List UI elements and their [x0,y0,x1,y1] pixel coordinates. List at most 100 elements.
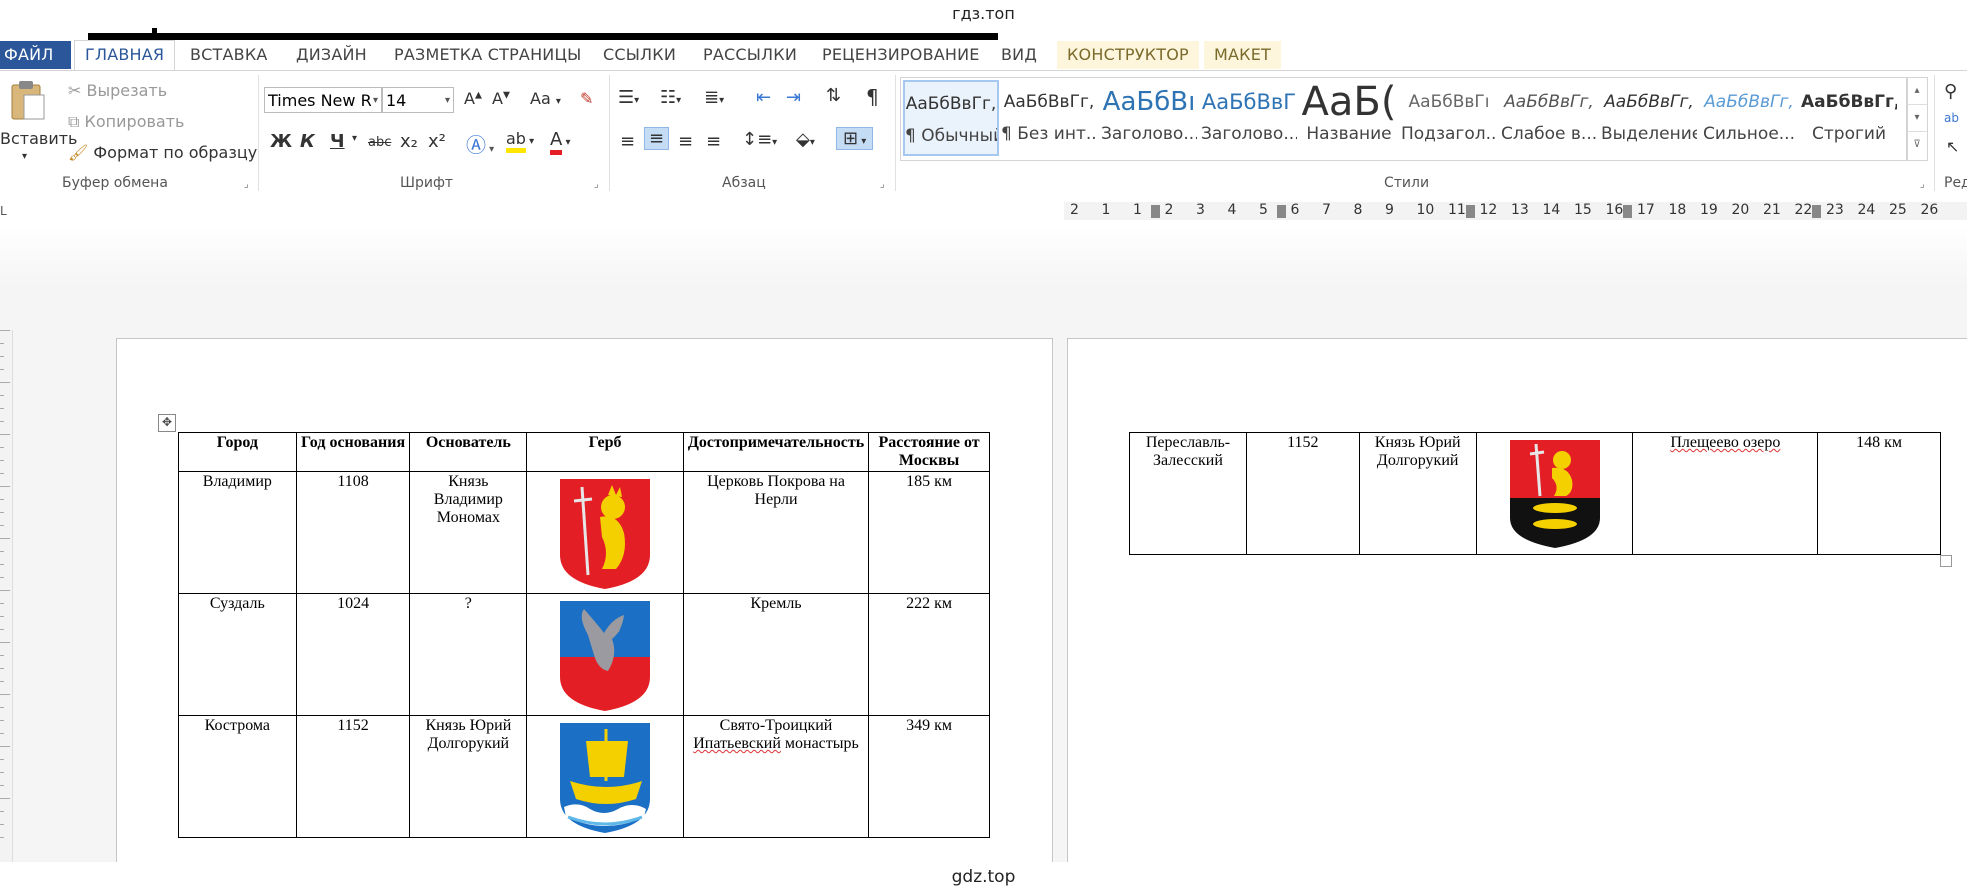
font-name-combo[interactable]: Times New R ▾ [264,87,382,113]
founder-cell[interactable]: Князь Юрий Долгорукий [1358,432,1477,555]
tab-review[interactable]: РЕЦЕНЗИРОВАНИЕ [812,41,990,69]
align-center-icon[interactable]: ≡ [644,127,670,150]
underline-button[interactable]: Ч [330,131,345,152]
tab-home[interactable]: ГЛАВНАЯ [74,40,176,72]
table-move-handle-icon[interactable]: ✥ [158,414,176,432]
find-icon[interactable]: ⚲ [1944,81,1957,102]
tab-view[interactable]: ВИД [991,41,1047,69]
coat-of-arms-cell[interactable] [526,715,684,838]
subscript-button[interactable]: x₂ [400,131,418,152]
style-title[interactable]: АаБ(Название [1301,80,1397,156]
founder-cell[interactable]: Князь Юрий Долгорукий [409,715,528,838]
style-heading1[interactable]: АаБбВı Заголово... [1101,80,1197,156]
header-cell[interactable]: Основатель [409,432,528,472]
change-case-button[interactable]: Aa ▾ [530,89,561,108]
text-effects-icon[interactable]: Ⓐ ▾ [466,129,494,158]
year-cell[interactable]: 1024 [295,593,411,716]
sight-cell[interactable]: Церковь Покрова на Нерли [682,471,870,594]
paste-button[interactable]: Вставить [0,129,77,148]
header-cell[interactable]: Достопримечательность [682,432,870,472]
clear-formatting-icon[interactable]: ✎ [580,89,593,108]
select-icon[interactable]: ↖ [1946,137,1959,156]
founder-cell[interactable]: ? [409,593,528,716]
bold-button[interactable]: Ж [270,131,292,152]
header-cell[interactable]: Расстояние от Москвы [868,432,990,472]
bullets-icon[interactable]: ☰▾ [618,87,639,108]
tab-selector-icon[interactable]: L [0,204,7,218]
font-size-combo[interactable]: 14 ▾ [382,87,454,113]
font-launcher-icon[interactable]: ⌟ [594,179,599,190]
ruler-indent-marker[interactable] [1465,205,1475,218]
italic-button[interactable]: К [300,131,315,152]
horizontal-ruler[interactable]: 2 1 1 2 3 4 5 6 7 8 9 10 11 12 13 14 15 16 17 18 19 20 21 22 23 2… [1064,202,1967,220]
style-subtle-emphasis[interactable]: АаБбВвГг, Слабое в... [1501,80,1597,156]
style-strong[interactable]: АаБбВвГг, Строгий [1801,80,1897,156]
table-resize-handle[interactable] [1940,555,1952,567]
align-left-icon[interactable]: ≡ [620,131,635,152]
coat-of-arms-cell[interactable] [1475,432,1634,555]
copy-button[interactable]: ⧉ Копировать [68,112,184,132]
paste-icon[interactable] [8,79,48,120]
paragraph-launcher-icon[interactable]: ⌟ [880,179,885,190]
more-styles-icon[interactable]: ⊽ [1907,131,1927,158]
city-cell[interactable]: Суздаль [178,593,297,716]
distance-cell[interactable]: 185 км [868,471,990,594]
borders-icon[interactable]: ⊞ ▾ [836,127,874,150]
ruler-indent-marker[interactable] [1812,205,1821,218]
ruler-indent-marker[interactable] [1150,205,1160,218]
chevron-down-icon[interactable]: ▾ [1907,104,1927,131]
tab-table-design[interactable]: КОНСТРУКТОР [1057,41,1199,69]
tab-table-layout[interactable]: МАКЕТ [1204,41,1281,69]
align-right-icon[interactable]: ≡ [678,131,693,152]
style-normal[interactable]: АаБбВвГг, ¶ Обычный [903,80,999,156]
shading-icon[interactable]: ⬙▾ [796,129,815,150]
header-cell[interactable]: Город [178,432,297,472]
year-cell[interactable]: 1152 [1245,432,1360,555]
multilevel-list-icon[interactable]: ≣▾ [704,87,724,108]
distance-cell[interactable]: 222 км [868,593,990,716]
increase-indent-icon[interactable]: ⇥ [786,87,801,108]
style-emphasis[interactable]: АаБбВвГг, Выделение [1601,80,1697,156]
decrease-indent-icon[interactable]: ⇤ [756,87,771,108]
tab-mailings[interactable]: РАССЫЛКИ [693,41,807,69]
coat-of-arms-cell[interactable] [526,593,684,716]
year-cell[interactable]: 1108 [295,471,411,594]
line-spacing-icon[interactable]: ↕≡▾ [742,129,777,150]
styles-scroll[interactable]: ▴ ▾ ⊽ [1906,77,1928,161]
format-painter-button[interactable]: 🖌 Формат по образцу [68,143,257,162]
justify-icon[interactable]: ≡ [706,131,721,152]
paste-dropdown-icon[interactable]: ▾ [22,151,27,162]
chevron-up-icon[interactable]: ▴ [1907,78,1927,104]
ruler-indent-marker[interactable] [1276,205,1286,218]
tab-insert[interactable]: ВСТАВКА [180,41,278,69]
tab-layout[interactable]: РАЗМЕТКА СТРАНИЦЫ [384,41,591,69]
replace-icon[interactable]: ab [1944,111,1959,125]
city-cell[interactable]: Владимир [178,471,297,594]
cut-button[interactable]: ✂ Вырезать [68,81,167,100]
city-cell[interactable]: Кострома [178,715,297,838]
style-intense-emphasis[interactable]: АаБбВвГг, Сильное... [1701,80,1797,156]
font-color-icon[interactable]: A ▾ [550,129,571,155]
sort-icon[interactable]: ⇅ [826,85,841,106]
tab-design[interactable]: ДИЗАЙН [286,41,377,69]
style-no-spacing[interactable]: АаБбВвГг, ¶ Без инт... [1001,80,1097,156]
styles-launcher-icon[interactable]: ⌟ [1920,179,1925,190]
coat-of-arms-cell[interactable] [526,471,684,594]
style-heading2[interactable]: АаБбВвГ Заголово... [1201,80,1297,156]
distance-cell[interactable]: 148 км [1817,432,1941,555]
show-marks-button[interactable]: ¶ [866,85,879,109]
founder-cell[interactable]: Князь Владимир Мономах [409,471,528,594]
city-cell[interactable]: Переславль-Залесский [1129,432,1247,555]
sight-cell[interactable]: Кремль [682,593,870,716]
clipboard-launcher-icon[interactable]: ⌟ [244,179,249,190]
superscript-button[interactable]: x² [428,131,446,152]
style-subtitle[interactable]: АаБбВвГı Подзагол... [1401,80,1497,156]
ruler-indent-marker[interactable] [1623,205,1632,218]
numbering-icon[interactable]: ☷▾ [660,87,681,108]
header-cell[interactable]: Год основания [295,432,411,472]
tab-file[interactable]: ФАЙЛ [0,41,71,69]
distance-cell[interactable]: 349 км [868,715,990,838]
sight-cell[interactable]: Свято-Троицкий Ипатьевский монастырь [682,715,870,838]
vertical-ruler[interactable] [0,330,13,862]
strikethrough-button[interactable]: abc [368,135,391,150]
